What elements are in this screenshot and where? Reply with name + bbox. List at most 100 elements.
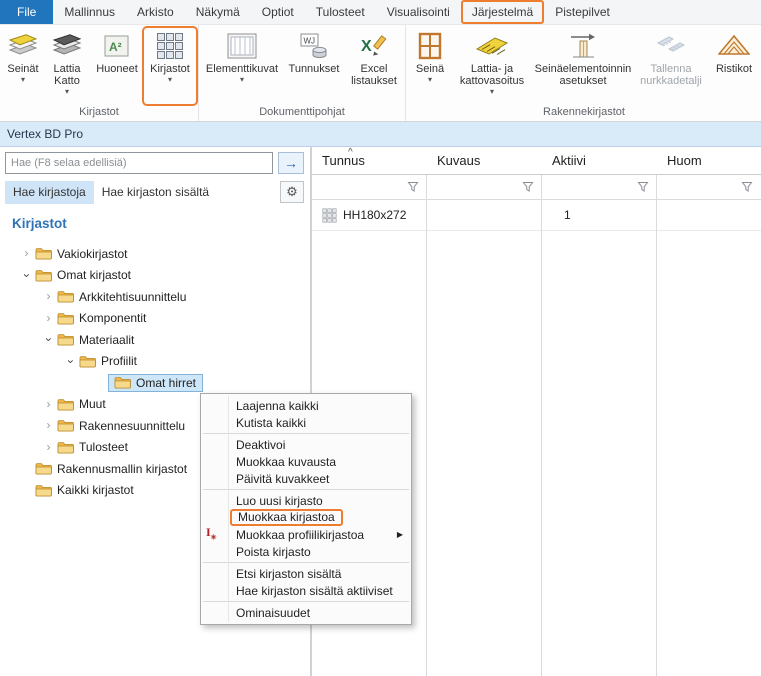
folder-icon [57,333,74,346]
ribbon-button-seina[interactable]: Seinä ▾ [408,28,452,104]
ribbon-button-label: Excel listaukset [351,63,397,87]
menu-item-muokkaa-kirjastoa[interactable]: Muokkaa kirjastoa [201,509,411,526]
tree-item-komponentit[interactable]: › Komponentit [8,308,310,330]
sort-ascending-icon[interactable]: ^ [348,147,353,158]
chevron-right-icon[interactable]: › [42,397,55,411]
filter-funnel-icon[interactable] [522,181,534,193]
arrow-right-icon: → [284,155,298,171]
menu-item-muokkaa-profiilikirjastoa[interactable]: I✳ Muokkaa profiilikirjastoa ▶ [201,526,411,543]
labels-database-icon: WJ [300,31,328,61]
filter-funnel-icon[interactable] [741,181,753,193]
ribbon-group-label: Rakennekirjastot [543,106,625,118]
cell-huom [657,200,761,230]
tab-arkisto[interactable]: Arkisto [126,0,185,24]
tab-jarjestelma[interactable]: Järjestelmä [461,0,544,24]
ribbon-button-label: Tallenna nurkkadetalji [640,63,702,87]
ribbon-tab-bar: File Mallinnus Arkisto Näkymä Optiot Tul… [0,0,761,25]
ribbon-button-huoneet[interactable]: A² Huoneet [90,28,144,104]
ribbon-group-label: Kirjastot [79,106,119,118]
menu-item-label: Hae kirjaston sisältä aktiiviset [236,583,393,598]
table-row[interactable]: HH180x272 1 [312,200,761,231]
tree-item-omat-kirjastot[interactable]: › Omat kirjastot [8,265,310,287]
tab-nakyma[interactable]: Näkymä [185,0,251,24]
folder-icon [35,462,52,475]
filter-cell-aktiivi[interactable] [542,175,657,199]
menu-item-label: Muokkaa kirjastoa [238,510,335,524]
tab-hae-kirjaston-sisalta[interactable]: Hae kirjaston sisältä [94,181,217,204]
ribbon-button-ristikot[interactable]: Ristikot [708,28,760,104]
menu-item-label: Poista kirjasto [236,544,311,559]
folder-icon [79,355,96,368]
tree-item-omat-hirret[interactable]: Omat hirret [8,372,310,394]
chevron-down-icon[interactable]: › [64,355,78,368]
chevron-down-icon[interactable]: › [20,269,34,282]
column-header-kuvaus[interactable]: Kuvaus [427,147,542,174]
filter-cell-huom[interactable] [657,175,761,199]
chevron-right-icon[interactable]: › [42,419,55,432]
menu-item-laajenna-kaikki[interactable]: Laajenna kaikki [201,397,411,414]
menu-item-etsi-kirjaston-sisalta[interactable]: Etsi kirjaston sisältä [201,565,411,582]
menu-separator [203,562,409,563]
chevron-right-icon[interactable]: › [42,290,55,303]
tab-tulosteet[interactable]: Tulosteet [305,0,376,24]
chevron-right-icon[interactable]: › [20,247,33,260]
column-header-aktiivi[interactable]: Aktiivi [542,147,657,174]
submenu-arrow-icon: ▶ [396,530,403,539]
ribbon-button-tunnukset[interactable]: WJ Tunnukset [283,28,345,104]
tree-item-materiaalit[interactable]: › Materiaalit [8,329,310,351]
tree-item-arkkitehtisuunnittelu[interactable]: › Arkkitehtisuunnittelu [8,286,310,308]
filter-funnel-icon[interactable] [637,181,649,193]
cell-value: 1 [564,208,571,222]
ribbon-button-elementtikuvat[interactable]: Elementtikuvat ▾ [201,28,283,104]
tab-mallinnus[interactable]: Mallinnus [53,0,126,24]
search-input[interactable] [5,152,273,174]
ribbon-button-label: Huoneet [96,63,138,75]
ribbon-group-label: Dokumenttipohjat [259,106,345,118]
menu-item-paivita-kuvakkeet[interactable]: Päivitä kuvakkeet [201,470,411,487]
svg-text:X: X [361,38,372,55]
menu-separator [203,489,409,490]
tree-item-vakiokirjastot[interactable]: › Vakiokirjastot [8,243,310,265]
menu-item-ominaisuudet[interactable]: Ominaisuudet [201,604,411,621]
filter-funnel-icon[interactable] [407,181,419,193]
tab-visualisointi[interactable]: Visualisointi [376,0,461,24]
ribbon-button-seinaelementoinnin-asetukset[interactable]: Seinäelementoinnin asetukset [532,28,634,104]
chevron-right-icon[interactable]: › [42,311,55,325]
search-row: → [0,147,310,177]
tree-heading: Kirjastot [12,216,67,231]
tree-item-profiilit[interactable]: › Profiilit [8,351,310,373]
folder-icon [35,247,52,260]
menu-item-label: Ominaisuudet [236,605,311,620]
ribbon-group-kirjastot: Seinät ▾ Lattia Katto ▾ A² Huoneet Kirja… [0,25,198,121]
filter-cell-kuvaus[interactable] [427,175,542,199]
settings-button[interactable]: ⚙ [280,181,304,203]
tab-hae-kirjastoja[interactable]: Hae kirjastoja [5,180,94,204]
column-header-huom[interactable]: Huom [657,147,761,174]
menu-item-muokkaa-kuvausta[interactable]: Muokkaa kuvausta [201,453,411,470]
tab-optiot[interactable]: Optiot [251,0,305,24]
chevron-right-icon[interactable]: › [42,440,55,454]
tab-pistepilvet[interactable]: Pistepilvet [544,0,621,24]
ribbon-button-excel-listaukset[interactable]: X Excel listaukset [345,28,403,104]
tree-item-label: Profiilit [101,354,138,369]
folder-icon [57,398,74,411]
menu-item-poista-kirjasto[interactable]: Poista kirjasto [201,543,411,560]
chevron-down-icon[interactable]: › [42,333,56,346]
ribbon-button-lattia-katto[interactable]: Lattia Katto ▾ [44,28,90,104]
ribbon-button-lattia-ja-kattovasoitus[interactable]: Lattia- ja kattovasoitus ▾ [452,28,532,104]
menu-item-luo-uusi-kirjasto[interactable]: Luo uusi kirjasto [201,492,411,509]
ribbon-button-label: Kirjastot [150,63,190,75]
menu-item-deaktivoi[interactable]: Deaktivoi [201,436,411,453]
search-go-button[interactable]: → [278,152,304,174]
ribbon-button-seinat[interactable]: Seinät ▾ [2,28,44,104]
menu-item-kutista-kaikki[interactable]: Kutista kaikki [201,414,411,431]
wall-frame-icon [418,31,442,61]
context-menu: Laajenna kaikki Kutista kaikki Deaktivoi… [200,393,412,625]
tab-file[interactable]: File [0,0,54,24]
menu-item-hae-kirjaston-sisalta-aktiiviset[interactable]: Hae kirjaston sisältä aktiiviset [201,582,411,599]
library-grid-icon [322,208,337,223]
floor-roof-layers-icon [52,31,82,61]
filter-cell-tunnus[interactable] [312,175,427,199]
ribbon-button-kirjastot[interactable]: Kirjastot ▾ [144,28,196,104]
column-header-tunnus[interactable]: Tunnus ^ [312,147,427,174]
